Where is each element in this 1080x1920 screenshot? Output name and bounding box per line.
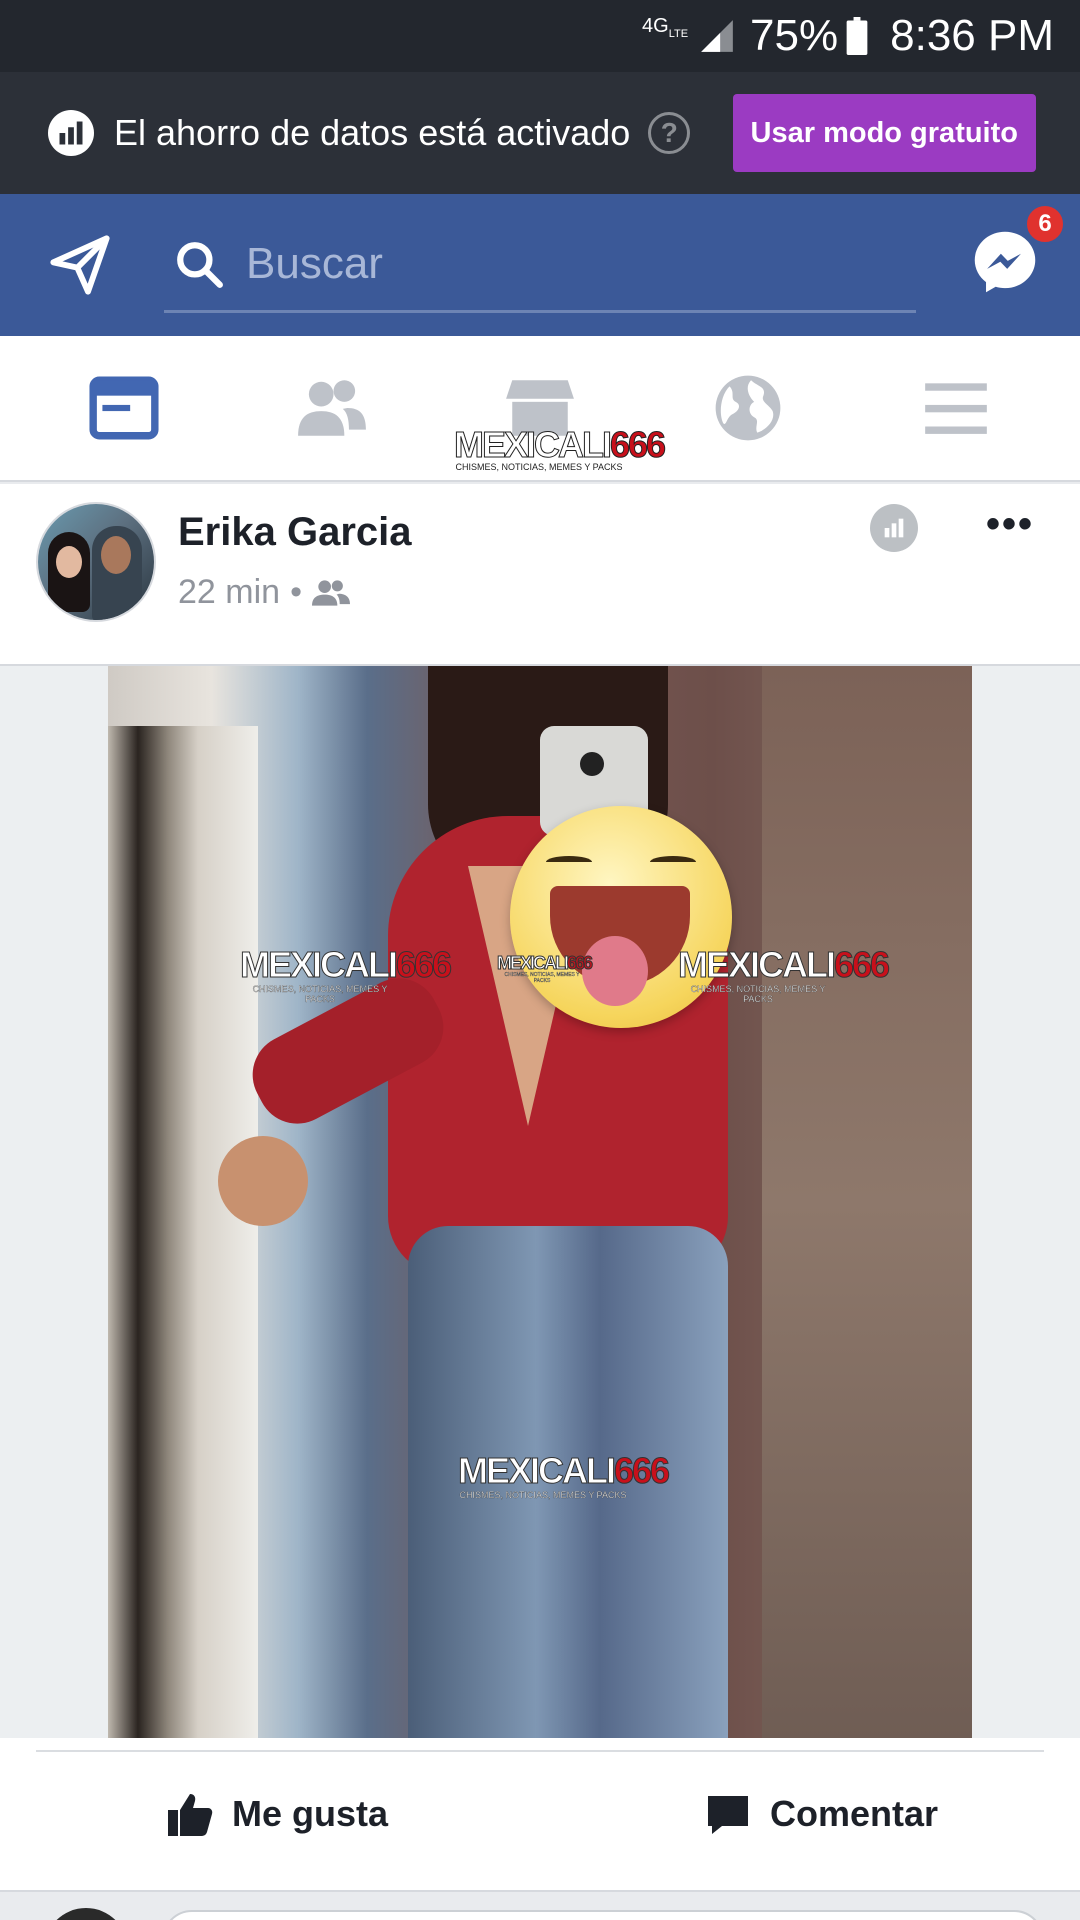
- messenger-button[interactable]: 6: [972, 203, 1066, 301]
- data-saver-icon: [48, 110, 94, 156]
- messenger-badge: 6: [1024, 203, 1066, 245]
- friends-icon: [298, 380, 366, 436]
- separator-dot: •: [290, 573, 302, 611]
- photo-watermark: MEXICALI666 CHISMES, NOTICIAS, MEMES Y P…: [457, 1450, 670, 1501]
- watermark-subtitle: CHISMES, NOTICIAS, MEMES Y PACKS: [455, 462, 623, 472]
- photo-watermark: MEXICALI666 CHISMES, NOTICIAS, MEMES Y P…: [239, 944, 452, 1005]
- search-icon: [177, 241, 223, 288]
- free-mode-button[interactable]: Usar modo gratuito: [732, 94, 1036, 172]
- avatar[interactable]: [36, 502, 156, 622]
- data-saver-banner: El ahorro de datos está activado ? Usar …: [0, 72, 1080, 194]
- tab-menu[interactable]: [896, 348, 1016, 468]
- camera-send-icon[interactable]: [48, 233, 112, 297]
- data-saver-mini-icon[interactable]: [870, 504, 918, 552]
- signal-icon: [701, 20, 733, 52]
- post-meta: Erika Garcia 22 min •: [178, 510, 412, 664]
- status-bar: 4GLTE 75% 8:36 PM: [0, 0, 1080, 72]
- search-input[interactable]: [246, 238, 846, 289]
- tab-friends[interactable]: [272, 348, 392, 468]
- comment-label: Comentar: [770, 1793, 939, 1834]
- composer-avatar: [44, 1908, 128, 1920]
- watermark-logo: MEXICALI666 CHISMES, NOTICIAS, MEMES Y P…: [453, 424, 666, 473]
- tab-marketplace[interactable]: MEXICALI666 CHISMES, NOTICIAS, MEMES Y P…: [453, 348, 667, 472]
- messenger-icon: [974, 231, 1036, 293]
- top-bar: 6: [0, 194, 1080, 336]
- post-author[interactable]: Erika Garcia: [178, 510, 412, 555]
- photo-watermark: MEXICALI666 CHISMES, NOTICIAS, MEMES Y P…: [677, 944, 890, 1005]
- battery-icon: [846, 17, 868, 55]
- comment-icon: [708, 1796, 748, 1834]
- thumbs-up-icon: [168, 1794, 213, 1836]
- data-saver-text: El ahorro de datos está activado: [114, 112, 631, 153]
- more-options-button[interactable]: •••: [986, 504, 1034, 544]
- comment-button[interactable]: Comentar: [704, 1790, 938, 1838]
- post-time-text[interactable]: 22 min: [178, 573, 280, 612]
- photo-watermark: MEXICALI666 CHISMES, NOTICIAS, MEMES Y P…: [496, 953, 593, 985]
- like-button[interactable]: Me gusta: [166, 1790, 388, 1838]
- like-label: Me gusta: [232, 1793, 389, 1834]
- tab-bar: MEXICALI666 CHISMES, NOTICIAS, MEMES Y P…: [0, 336, 1080, 482]
- search-bar[interactable]: [164, 217, 916, 313]
- post-timestamp: 22 min •: [178, 573, 412, 612]
- feed-post: Erika Garcia 22 min • ••• MEXICALI666 CH…: [0, 484, 1080, 1920]
- comment-composer: [0, 1890, 1080, 1920]
- network-type: 4GLTE: [642, 15, 689, 40]
- help-icon[interactable]: ?: [648, 112, 691, 154]
- news-feed-icon: [89, 376, 159, 440]
- clock: 8:36 PM: [890, 11, 1054, 60]
- bar-chart-icon: [884, 518, 904, 538]
- post-photo-container: MEXICALI666 CHISMES, NOTICIAS, MEMES Y P…: [0, 664, 1080, 1738]
- post-header: Erika Garcia 22 min • •••: [0, 484, 1080, 664]
- composer-input[interactable]: [162, 1910, 1044, 1920]
- globe-icon: [715, 375, 781, 441]
- tab-news-feed[interactable]: [64, 348, 184, 468]
- post-photo[interactable]: MEXICALI666 CHISMES, NOTICIAS, MEMES Y P…: [108, 666, 972, 1738]
- audience-friends-icon: [311, 579, 350, 606]
- actions-divider: [36, 1750, 1044, 1752]
- battery-percent: 75%: [750, 11, 839, 60]
- hamburger-icon: [925, 383, 987, 434]
- tab-notifications[interactable]: [688, 348, 808, 468]
- post-actions: Me gusta Comentar: [0, 1738, 1080, 1890]
- watermark-text: MEXICALI666: [453, 424, 666, 466]
